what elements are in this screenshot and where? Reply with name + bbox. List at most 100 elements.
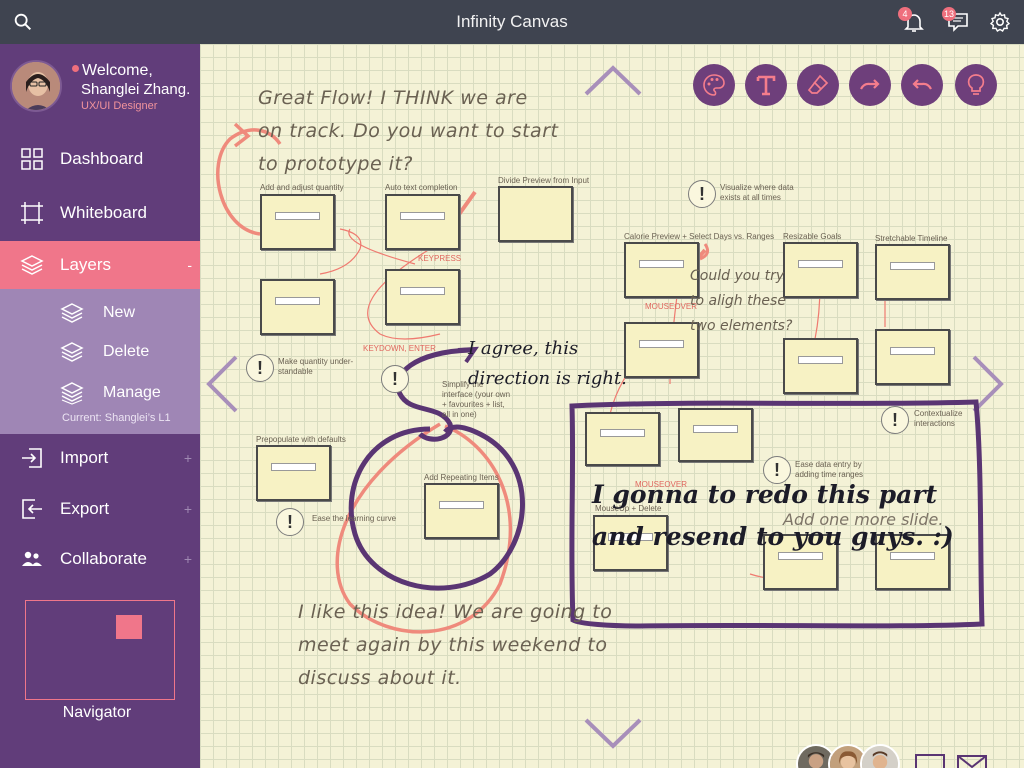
nav-dashboard[interactable]: Dashboard bbox=[0, 135, 200, 183]
nav-whiteboard[interactable]: Whiteboard bbox=[0, 189, 200, 237]
comment-icon[interactable] bbox=[914, 752, 946, 768]
messages-button[interactable]: 13 bbox=[942, 7, 970, 34]
comment-line: and resend to you guys. :) bbox=[592, 522, 954, 551]
card-label: Calorie Preview + Select Days vs. Ranges bbox=[624, 232, 775, 241]
status-dot bbox=[72, 65, 79, 72]
comment-line: I gonna to redo this part bbox=[592, 480, 938, 509]
expand-toggle[interactable]: + bbox=[184, 450, 192, 466]
wireframe-card[interactable] bbox=[678, 408, 753, 462]
comment-line: on track. Do you want to start bbox=[258, 120, 559, 142]
wireframe-card[interactable] bbox=[585, 412, 660, 466]
layers-icon bbox=[60, 342, 84, 362]
wireframe-card[interactable] bbox=[385, 269, 460, 325]
comment-line: Great Flow! I THINK we are bbox=[258, 87, 528, 109]
comment-line: to prototype it? bbox=[258, 153, 413, 175]
expand-toggle[interactable]: + bbox=[184, 551, 192, 567]
layer-new[interactable]: New bbox=[0, 296, 200, 330]
comment-align[interactable]: Could you try to aligh these two element… bbox=[690, 264, 792, 339]
whiteboard-canvas[interactable]: Add and adjust quantity Auto text comple… bbox=[200, 44, 1024, 768]
nav-label: Collaborate bbox=[60, 549, 147, 568]
card-field bbox=[399, 211, 446, 220]
gear-icon[interactable] bbox=[988, 10, 1012, 34]
sub-label: Delete bbox=[103, 343, 150, 360]
insight-note: Contextualize interactions bbox=[914, 409, 963, 428]
people-icon bbox=[22, 551, 42, 566]
wireframe-card[interactable] bbox=[783, 338, 858, 394]
welcome-label: Welcome, bbox=[82, 62, 153, 79]
layer-delete[interactable]: Delete bbox=[0, 335, 200, 369]
comment-redo[interactable]: I gonna to redo this part and resend to … bbox=[592, 474, 954, 558]
card-field bbox=[274, 296, 321, 305]
notifications-button[interactable]: 4 bbox=[898, 7, 926, 34]
wireframe-card[interactable] bbox=[260, 279, 335, 335]
comment-line: to aligh these bbox=[690, 293, 786, 309]
card-label: Resizable Goals bbox=[783, 232, 842, 241]
nav-layers[interactable]: Layers - bbox=[0, 241, 200, 289]
navigator-viewport[interactable] bbox=[116, 615, 142, 639]
layers-icon bbox=[60, 303, 84, 323]
export-icon bbox=[22, 499, 42, 519]
nav-label: Export bbox=[60, 499, 110, 518]
wireframe-card[interactable] bbox=[256, 445, 331, 501]
user-role: UX/UI Designer bbox=[81, 100, 158, 112]
card-field bbox=[438, 500, 485, 509]
insight-note: Make quantity under-standable bbox=[278, 357, 354, 376]
comment-line: direction is right. bbox=[468, 368, 627, 389]
nav-collaborate[interactable]: Collaborate + bbox=[0, 535, 200, 583]
layer-manage[interactable]: Manage bbox=[0, 376, 200, 410]
card-field bbox=[638, 339, 685, 348]
nav-label: Dashboard bbox=[60, 149, 144, 168]
wireframe-card[interactable] bbox=[385, 194, 460, 250]
wireframe-card[interactable] bbox=[875, 244, 950, 300]
wireframe-card[interactable] bbox=[875, 329, 950, 385]
nav-import[interactable]: Import + bbox=[0, 434, 200, 482]
wireframe-card[interactable] bbox=[783, 242, 858, 298]
sub-label: New bbox=[103, 304, 136, 321]
insight-marker[interactable]: ! bbox=[246, 354, 274, 382]
notifications-badge: 4 bbox=[898, 7, 912, 21]
layers-stack-icon bbox=[60, 382, 84, 405]
welcome-text: Welcome, bbox=[72, 62, 153, 80]
event-label: KEYDOWN, ENTER bbox=[363, 344, 436, 353]
card-label: Add and adjust quantity bbox=[260, 183, 344, 192]
wireframe-card[interactable] bbox=[424, 483, 499, 539]
card-field bbox=[270, 462, 317, 471]
app-title: Infinity Canvas bbox=[456, 12, 568, 31]
insight-marker[interactable]: ! bbox=[688, 180, 716, 208]
nav-label: Import bbox=[60, 448, 109, 467]
event-label: KEYPRESS bbox=[418, 254, 462, 263]
comment-line: two elements? bbox=[690, 318, 793, 334]
sidebar: Welcome, Shanglei Zhang. UX/UI Designer … bbox=[0, 44, 200, 768]
current-layer-label: Current: Shanglei’s L1 bbox=[62, 412, 171, 424]
user-photo bbox=[12, 62, 60, 110]
navigator-minimap[interactable] bbox=[25, 600, 175, 700]
comment-line: I like this idea! We are going to bbox=[298, 601, 613, 623]
nav-export[interactable]: Export + bbox=[0, 485, 200, 533]
avatar[interactable] bbox=[10, 60, 62, 112]
insight-note: Ease the learning curve bbox=[312, 514, 397, 523]
card-label: Add Repeating Items bbox=[424, 473, 499, 482]
collapse-toggle[interactable]: - bbox=[187, 257, 192, 273]
comment-line: I agree, this bbox=[468, 338, 579, 359]
insight-marker[interactable]: ! bbox=[381, 365, 409, 393]
card-field bbox=[889, 261, 936, 270]
wireframe-card[interactable] bbox=[624, 322, 699, 378]
comment-great-flow[interactable]: Great Flow! I THINK we are on track. Do … bbox=[258, 82, 558, 181]
comment-like[interactable]: I like this idea! We are going to meet a… bbox=[298, 596, 612, 695]
wireframe-card[interactable] bbox=[498, 186, 573, 242]
card-field bbox=[797, 259, 844, 268]
wireframe-card[interactable] bbox=[624, 242, 699, 298]
sub-label: Manage bbox=[103, 384, 161, 401]
card-field bbox=[599, 429, 646, 437]
navigator-label: Navigator bbox=[62, 704, 132, 721]
expand-toggle[interactable]: + bbox=[184, 501, 192, 517]
comment-agree[interactable]: I agree, this direction is right. bbox=[468, 334, 627, 394]
card-field bbox=[638, 259, 685, 268]
wireframe-card[interactable] bbox=[260, 194, 335, 250]
insight-marker[interactable]: ! bbox=[881, 406, 909, 434]
insight-marker[interactable]: ! bbox=[276, 508, 304, 536]
card-label: Stretchable Timeline bbox=[875, 234, 948, 243]
comment-line: Could you try bbox=[690, 268, 785, 284]
mail-icon[interactable] bbox=[956, 752, 988, 768]
card-field bbox=[274, 211, 321, 220]
